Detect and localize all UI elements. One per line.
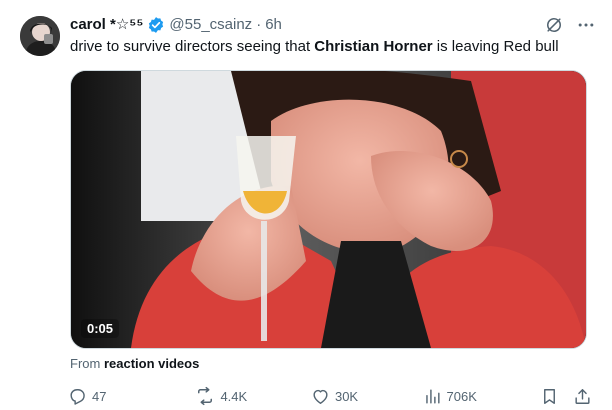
display-name[interactable]: carol *☆⁵⁵ <box>70 15 143 35</box>
bookmark-icon[interactable] <box>540 387 559 406</box>
avatar-image <box>20 16 60 56</box>
video-player[interactable]: 0:05 <box>70 70 587 349</box>
repost-count: 4.4K <box>220 388 248 404</box>
reply-icon <box>68 387 87 406</box>
post-time[interactable]: 6h <box>265 15 282 35</box>
like-count: 30K <box>334 388 359 404</box>
media-source-link[interactable]: reaction videos <box>104 356 199 371</box>
views-button[interactable]: 706K <box>423 387 541 406</box>
media-source: From reaction videos <box>70 356 199 371</box>
repost-icon <box>195 386 215 406</box>
like-icon <box>311 387 330 406</box>
video-frame <box>71 71 586 348</box>
repost-button[interactable]: 4.4K <box>195 386 311 406</box>
verified-badge-icon <box>147 16 165 34</box>
share-icon[interactable] <box>573 387 592 406</box>
view-count: 706K <box>446 388 477 404</box>
grok-icon[interactable] <box>544 15 564 35</box>
tweet-text-before: drive to survive directors seeing that <box>70 38 315 55</box>
tweet-text-after: is leaving Red bull <box>432 38 559 55</box>
tweet-text-highlight: Christian Horner <box>314 38 433 55</box>
tweet-text: drive to survive directors seeing that C… <box>70 37 596 57</box>
action-bar: 47 4.4K 30K 706K <box>68 384 592 408</box>
more-icon[interactable] <box>576 15 596 35</box>
action-bar-right <box>540 387 592 406</box>
separator-dot: · <box>256 16 262 33</box>
video-duration: 0:05 <box>81 319 120 338</box>
reply-button[interactable]: 47 <box>68 387 195 406</box>
user-handle[interactable]: @55_csainz <box>169 15 252 35</box>
tweet-header: carol *☆⁵⁵ @55_csainz · 6h <box>70 14 596 36</box>
views-icon <box>423 387 442 406</box>
media-source-prefix: From <box>70 356 104 371</box>
like-button[interactable]: 30K <box>311 387 423 406</box>
avatar[interactable] <box>20 16 60 56</box>
reply-count: 47 <box>92 388 107 404</box>
